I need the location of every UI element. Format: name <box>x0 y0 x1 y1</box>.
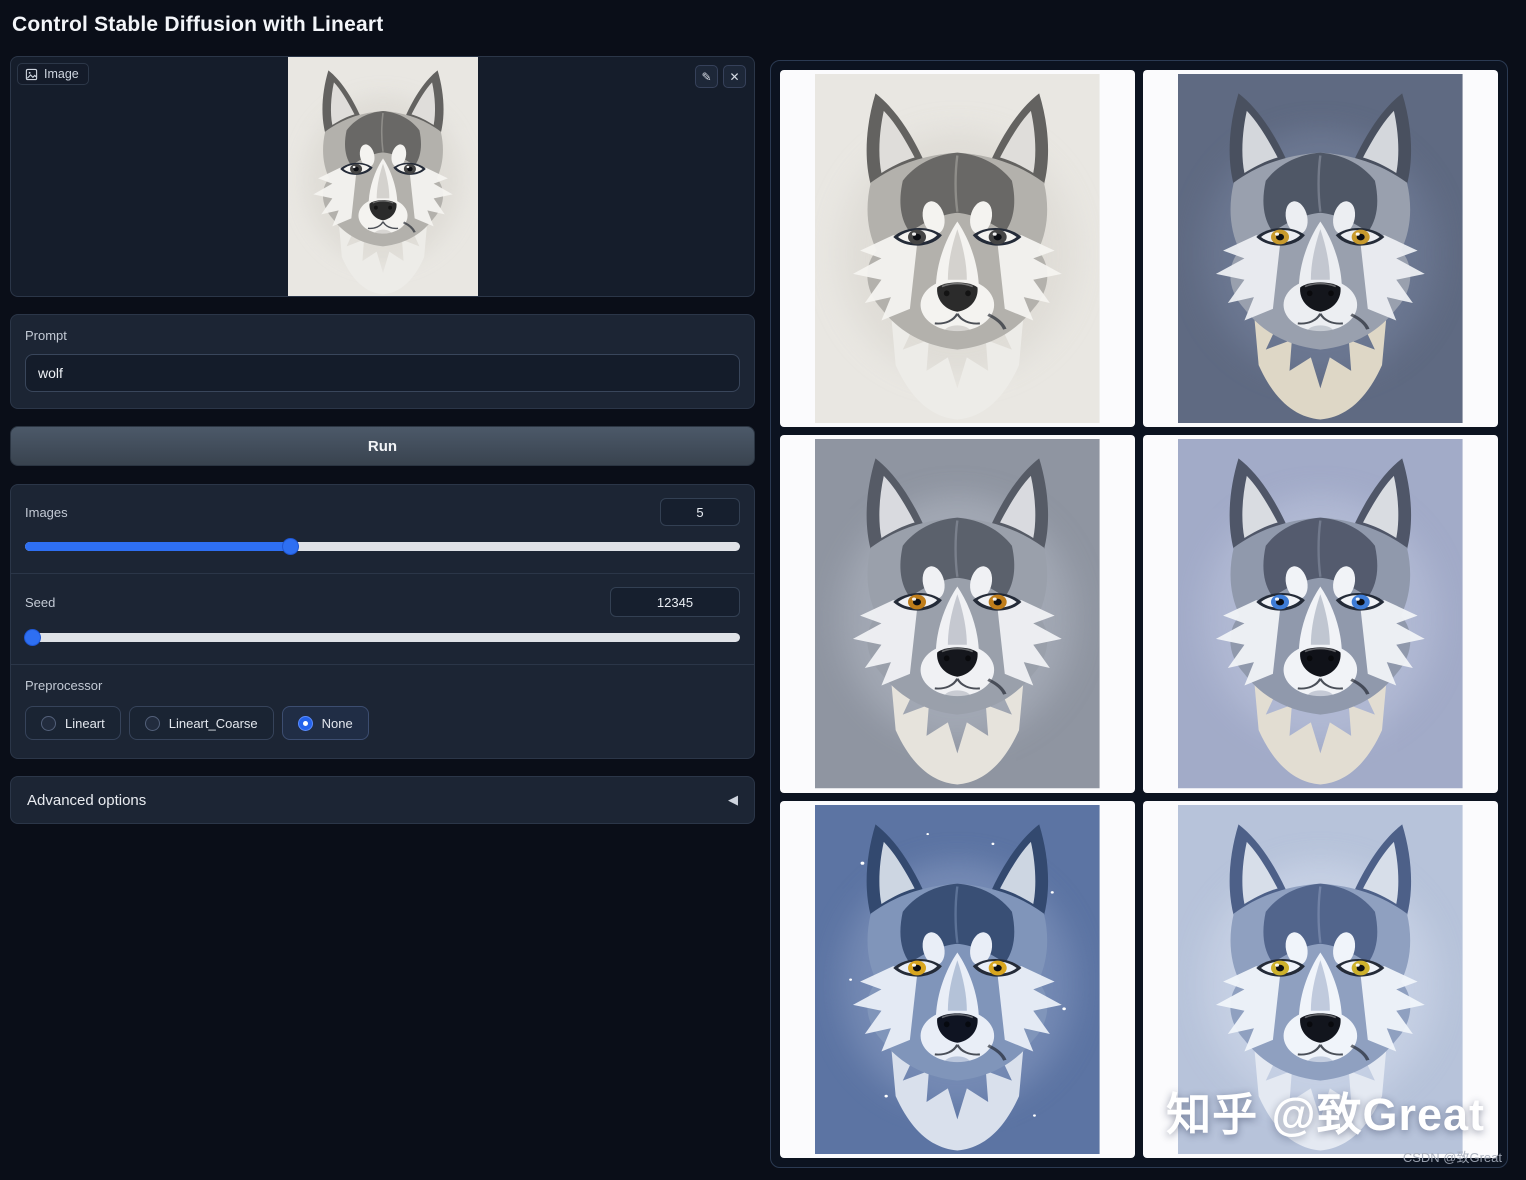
clear-image-button[interactable]: ✕ <box>723 65 746 88</box>
gallery-item-2[interactable] <box>1143 70 1498 428</box>
images-number-input[interactable]: 5 <box>660 498 740 526</box>
image-component-label-text: Image <box>44 67 79 81</box>
image-component-label: Image <box>17 63 89 85</box>
preprocessor-radio-group: Lineart Lineart_Coarse None <box>25 706 740 740</box>
preprocessor-label: Preprocessor <box>25 678 103 693</box>
images-label: Images <box>25 504 68 520</box>
gallery-image-3 <box>815 439 1100 788</box>
seed-label: Seed <box>25 594 56 610</box>
image-icon <box>25 68 38 80</box>
radio-option-lineart-coarse[interactable]: Lineart_Coarse <box>128 706 274 740</box>
radio-label: Lineart_Coarse <box>168 715 258 731</box>
run-button[interactable]: Run <box>10 426 755 466</box>
parameters-block: Images 5 Seed 12345 Preprocessor Lineart… <box>10 484 755 759</box>
gallery-item-4[interactable] <box>1143 435 1498 793</box>
uploaded-image-stage <box>11 57 754 296</box>
images-slider-handle[interactable] <box>281 538 299 555</box>
image-upload-component[interactable]: Image ✎ ✕ <box>10 56 755 297</box>
uploaded-image <box>288 57 478 297</box>
wolf-image <box>815 74 1100 423</box>
gallery-image-2 <box>1178 74 1463 423</box>
watermark-csdn: CSDN @致Great <box>1402 1150 1502 1165</box>
radio-option-lineart[interactable]: Lineart <box>25 706 121 740</box>
prompt-label: Prompt <box>25 328 67 343</box>
run-button-label: Run <box>367 437 398 455</box>
image-toolbar: ✎ ✕ <box>695 65 746 88</box>
wolf-image <box>1178 439 1463 788</box>
gallery-image-1 <box>815 74 1100 423</box>
chevron-left-icon: ◀ <box>728 792 738 807</box>
seed-slider-track[interactable] <box>25 633 740 642</box>
radio-dot <box>144 715 160 731</box>
wolf-image <box>815 805 1100 1154</box>
preprocessor-section: Preprocessor Lineart Lineart_Coarse None <box>11 664 754 758</box>
watermark-zhihu: 知乎 @致Great <box>1166 1089 1485 1140</box>
gallery-image-4 <box>1178 439 1463 788</box>
close-icon: ✕ <box>729 69 740 84</box>
prompt-input[interactable]: wolf <box>25 354 740 392</box>
gallery-item-5[interactable] <box>780 800 1135 1158</box>
radio-dot <box>297 715 313 731</box>
advanced-options-accordion[interactable]: Advanced options ◀ <box>10 776 755 824</box>
seed-number-input[interactable]: 12345 <box>610 587 740 617</box>
seed-slider-section: Seed 12345 <box>11 573 754 664</box>
input-column: Control Stable Diffusion with Lineart Im… <box>10 10 755 824</box>
images-slider-section: Images 5 <box>11 485 754 573</box>
wolf-image <box>815 439 1100 788</box>
gallery-item-1[interactable] <box>780 70 1135 428</box>
seed-slider[interactable] <box>24 629 740 646</box>
seed-value: 12345 <box>656 594 694 610</box>
images-value: 5 <box>696 504 704 520</box>
prompt-block: Prompt wolf <box>10 314 755 409</box>
radio-label: None <box>321 715 353 731</box>
gallery-item-3[interactable] <box>780 435 1135 793</box>
radio-dot <box>41 715 56 731</box>
seed-slider-handle[interactable] <box>24 629 42 646</box>
advanced-options-label: Advanced options <box>27 791 147 809</box>
gallery-image-5 <box>815 805 1100 1154</box>
wolf-image <box>1178 74 1463 423</box>
output-gallery: 知乎 @致Great CSDN @致Great <box>770 60 1508 1168</box>
edit-icon: ✎ <box>701 69 712 84</box>
wolf-lineart-image <box>288 57 478 297</box>
page-title: Control Stable Diffusion with Lineart <box>12 13 384 36</box>
prompt-value: wolf <box>38 365 63 381</box>
radio-label: Lineart <box>65 715 105 731</box>
images-slider[interactable] <box>25 538 740 555</box>
radio-option-none[interactable]: None <box>281 706 369 740</box>
images-slider-fill <box>25 542 290 551</box>
edit-image-button[interactable]: ✎ <box>695 65 718 88</box>
